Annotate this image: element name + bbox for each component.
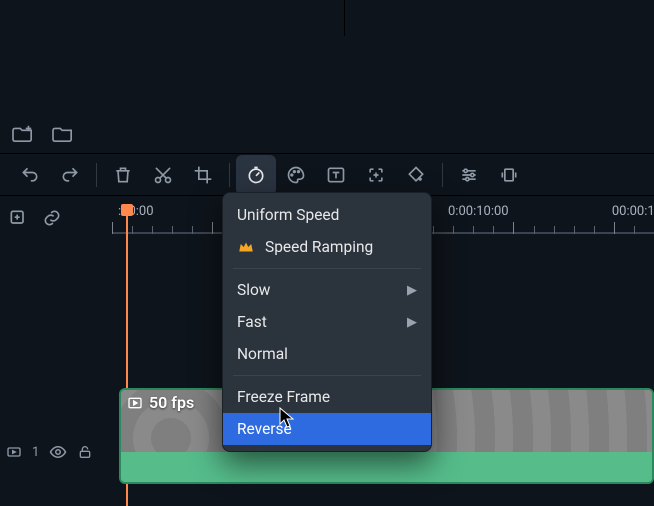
menu-item-label: Uniform Speed bbox=[237, 206, 339, 224]
crown-icon bbox=[237, 238, 255, 256]
video-track-icon[interactable] bbox=[6, 444, 22, 460]
undo-button[interactable] bbox=[10, 155, 50, 195]
menu-item-label: Slow bbox=[237, 281, 270, 299]
transform-button[interactable] bbox=[356, 155, 396, 195]
menu-separator bbox=[233, 268, 421, 269]
ruler-label: 00:00:15 bbox=[612, 204, 654, 219]
cut-button[interactable] bbox=[143, 155, 183, 195]
cursor-icon bbox=[279, 407, 297, 433]
menu-item-label: Fast bbox=[237, 313, 267, 331]
media-bin bbox=[0, 36, 654, 154]
color-button[interactable] bbox=[276, 155, 316, 195]
speed-button[interactable] bbox=[236, 155, 276, 195]
render-button[interactable] bbox=[489, 155, 529, 195]
folder-icon[interactable] bbox=[52, 123, 74, 143]
visibility-icon[interactable] bbox=[49, 443, 67, 461]
text-button[interactable] bbox=[316, 155, 356, 195]
chevron-right-icon: ▶ bbox=[407, 315, 417, 330]
top-preview-panels bbox=[0, 0, 654, 36]
preview-panel-left bbox=[0, 0, 345, 36]
new-folder-plus-icon[interactable] bbox=[12, 123, 34, 143]
delete-button[interactable] bbox=[103, 155, 143, 195]
redo-button[interactable] bbox=[50, 155, 90, 195]
timeline-toolbar bbox=[0, 154, 654, 196]
video-icon bbox=[127, 395, 143, 411]
menu-item-fast[interactable]: Fast ▶ bbox=[223, 306, 431, 338]
ruler-label: 0:00:10:00 bbox=[448, 204, 509, 219]
track-index: 1 bbox=[32, 445, 39, 460]
menu-item-label: Speed Ramping bbox=[265, 238, 373, 256]
track-controls: 1 bbox=[2, 432, 114, 472]
menu-item-label: Normal bbox=[237, 345, 288, 363]
lock-icon[interactable] bbox=[77, 444, 93, 460]
menu-item-uniform-speed[interactable]: Uniform Speed bbox=[223, 199, 431, 231]
menu-item-slow[interactable]: Slow ▶ bbox=[223, 274, 431, 306]
menu-item-label: Freeze Frame bbox=[237, 388, 330, 406]
speed-dropdown-menu: Uniform Speed Speed Ramping Slow ▶ Fast … bbox=[222, 192, 432, 452]
crop-button[interactable] bbox=[183, 155, 223, 195]
adjust-button[interactable] bbox=[449, 155, 489, 195]
mask-button[interactable] bbox=[396, 155, 436, 195]
chevron-right-icon: ▶ bbox=[407, 283, 417, 298]
menu-item-freeze-frame[interactable]: Freeze Frame bbox=[223, 381, 431, 413]
link-icon[interactable] bbox=[42, 208, 62, 228]
clip-fps-label: 50 fps bbox=[149, 393, 194, 412]
menu-item-reverse[interactable]: Reverse bbox=[223, 413, 431, 445]
add-marker-icon[interactable] bbox=[8, 208, 28, 228]
preview-panel-right bbox=[345, 0, 654, 36]
menu-item-speed-ramping[interactable]: Speed Ramping bbox=[223, 231, 431, 263]
menu-separator bbox=[233, 375, 421, 376]
menu-item-normal[interactable]: Normal bbox=[223, 338, 431, 370]
